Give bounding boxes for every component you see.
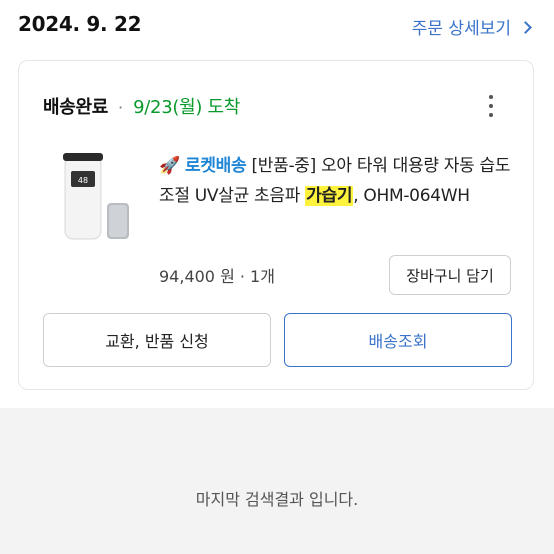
shipment-status-row: 배송완료 · 9/23(월) 도착 — [43, 93, 240, 119]
results-footer: 마지막 검색결과 입니다. — [0, 408, 554, 554]
product-title-highlight: 가습기 — [305, 186, 354, 206]
product-thumbnail[interactable]: 48 — [59, 149, 139, 249]
product-title-suffix: , OHM-064WH — [353, 186, 470, 206]
end-of-results-message: 마지막 검색결과 입니다. — [195, 490, 359, 509]
rocket-icon: 🚀 — [159, 156, 180, 176]
add-to-cart-button[interactable]: 장바구니 담기 — [389, 255, 511, 295]
svg-text:48: 48 — [78, 176, 88, 185]
order-detail-link[interactable]: 주문 상세보기 — [411, 14, 532, 39]
order-header: 2024. 9. 22 주문 상세보기 — [0, 0, 554, 56]
arrival-date: 9/23(월) 도착 — [133, 97, 241, 118]
order-date: 2024. 9. 22 — [18, 12, 142, 36]
track-delivery-button[interactable]: 배송조회 — [284, 313, 512, 367]
status-separator: · — [118, 98, 124, 117]
product-title[interactable]: 🚀 로켓배송 [반품-중] 오아 타워 대용량 자동 습도조절 UV살균 초음파… — [159, 151, 519, 211]
shipment-status: 배송완료 — [43, 97, 109, 118]
price-quantity: 94,400 원 · 1개 — [159, 267, 275, 286]
order-detail-label: 주문 상세보기 — [411, 19, 511, 39]
chevron-right-icon — [519, 20, 532, 34]
exchange-return-button[interactable]: 교환, 반품 신청 — [43, 313, 271, 367]
order-card: 배송완료 · 9/23(월) 도착 48 🚀 로켓배송 [반품-중] 오아 타워… — [18, 60, 534, 390]
more-options-icon[interactable] — [487, 95, 495, 121]
rocket-delivery-badge: 로켓배송 — [184, 156, 247, 176]
